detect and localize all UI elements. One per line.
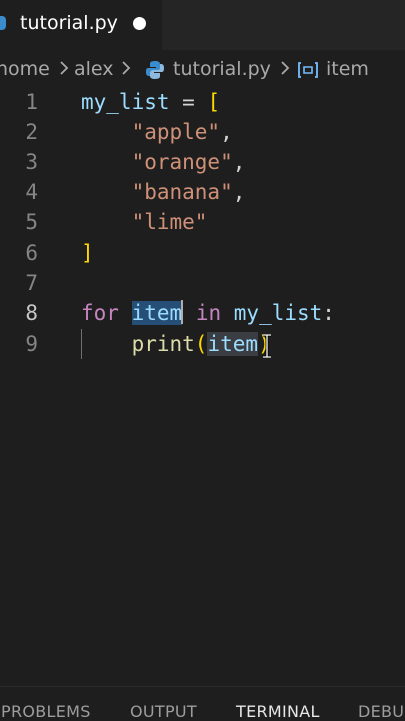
code-line[interactable]: 9 print(item) (0, 329, 405, 359)
chevron-right-icon (60, 61, 69, 75)
token-function: print (131, 332, 195, 356)
code-line[interactable]: 2 "apple", (0, 117, 405, 147)
code-line-active[interactable]: 8 for item in my_list: (0, 298, 405, 328)
tab-problems[interactable]: PROBLEMS (1, 702, 91, 721)
token-comma: , (220, 120, 233, 144)
text-cursor (181, 300, 184, 324)
tab-label: tutorial.py (20, 12, 118, 34)
line-number: 5 (25, 210, 38, 234)
breadcrumb-item-alex[interactable]: alex (74, 58, 114, 80)
breadcrumb-item-home[interactable]: home (0, 58, 50, 80)
line-number: 9 (25, 332, 38, 356)
line-number: 7 (25, 271, 38, 295)
python-file-icon (0, 12, 8, 36)
breadcrumb-item-file[interactable]: tutorial.py (173, 58, 271, 80)
code-line[interactable]: 7 (0, 268, 405, 298)
breadcrumb-item-symbol[interactable]: item (326, 58, 369, 80)
token-comma: , (232, 150, 246, 174)
tab-terminal[interactable]: TERMINAL (236, 702, 320, 721)
token-string: "orange" (131, 150, 233, 174)
token-comma: , (232, 180, 246, 204)
tab-debug[interactable]: DEBU (358, 702, 404, 721)
token-keyword: for (81, 301, 119, 325)
code-editor[interactable]: 1 my_list = [ 2 "apple", 3 "orange", 4 "… (0, 86, 405, 686)
line-number: 6 (25, 241, 38, 265)
text-cursor-icon (263, 334, 271, 358)
token-variable: my_list (81, 90, 170, 114)
token-operator: = (169, 90, 208, 114)
line-number-active: 8 (25, 301, 38, 325)
token-variable: my_list (233, 301, 323, 325)
token-variable-highlighted[interactable]: item (207, 332, 259, 356)
python-file-icon (146, 61, 164, 79)
code-line[interactable]: 5 "lime" (0, 207, 405, 237)
token-variable-selected[interactable]: item (131, 301, 183, 325)
token-colon: : (322, 301, 335, 325)
line-number: 2 (25, 120, 38, 144)
chevron-right-icon (122, 61, 131, 75)
token-string: "lime" (131, 210, 208, 234)
code-line[interactable]: 3 "orange", (0, 147, 405, 177)
token-string: "apple" (131, 120, 221, 144)
token-keyword: in (195, 301, 222, 325)
token-bracket: ] (81, 241, 94, 265)
variable-symbol-icon (298, 62, 318, 78)
line-number: 4 (25, 180, 38, 204)
token-paren: ( (194, 332, 208, 356)
line-number: 1 (25, 90, 38, 114)
token-string: "banana" (131, 180, 233, 204)
editor-tab-bar: tutorial.py (0, 0, 405, 50)
tab-output[interactable]: OUTPUT (130, 702, 197, 721)
breadcrumb: home alex tutorial.py item (0, 52, 405, 86)
code-line[interactable]: 1 my_list = [ (0, 87, 405, 117)
code-line[interactable]: 4 "banana", (0, 177, 405, 207)
code-line[interactable]: 6 ] (0, 238, 405, 268)
token-bracket: [ (207, 90, 221, 114)
tab-tutorial-py[interactable]: tutorial.py (0, 0, 162, 50)
panel-tab-bar: PROBLEMS OUTPUT TERMINAL DEBU (0, 686, 405, 721)
line-number: 3 (25, 150, 38, 174)
unsaved-dot-icon[interactable] (133, 17, 146, 30)
chevron-right-icon (281, 61, 290, 75)
